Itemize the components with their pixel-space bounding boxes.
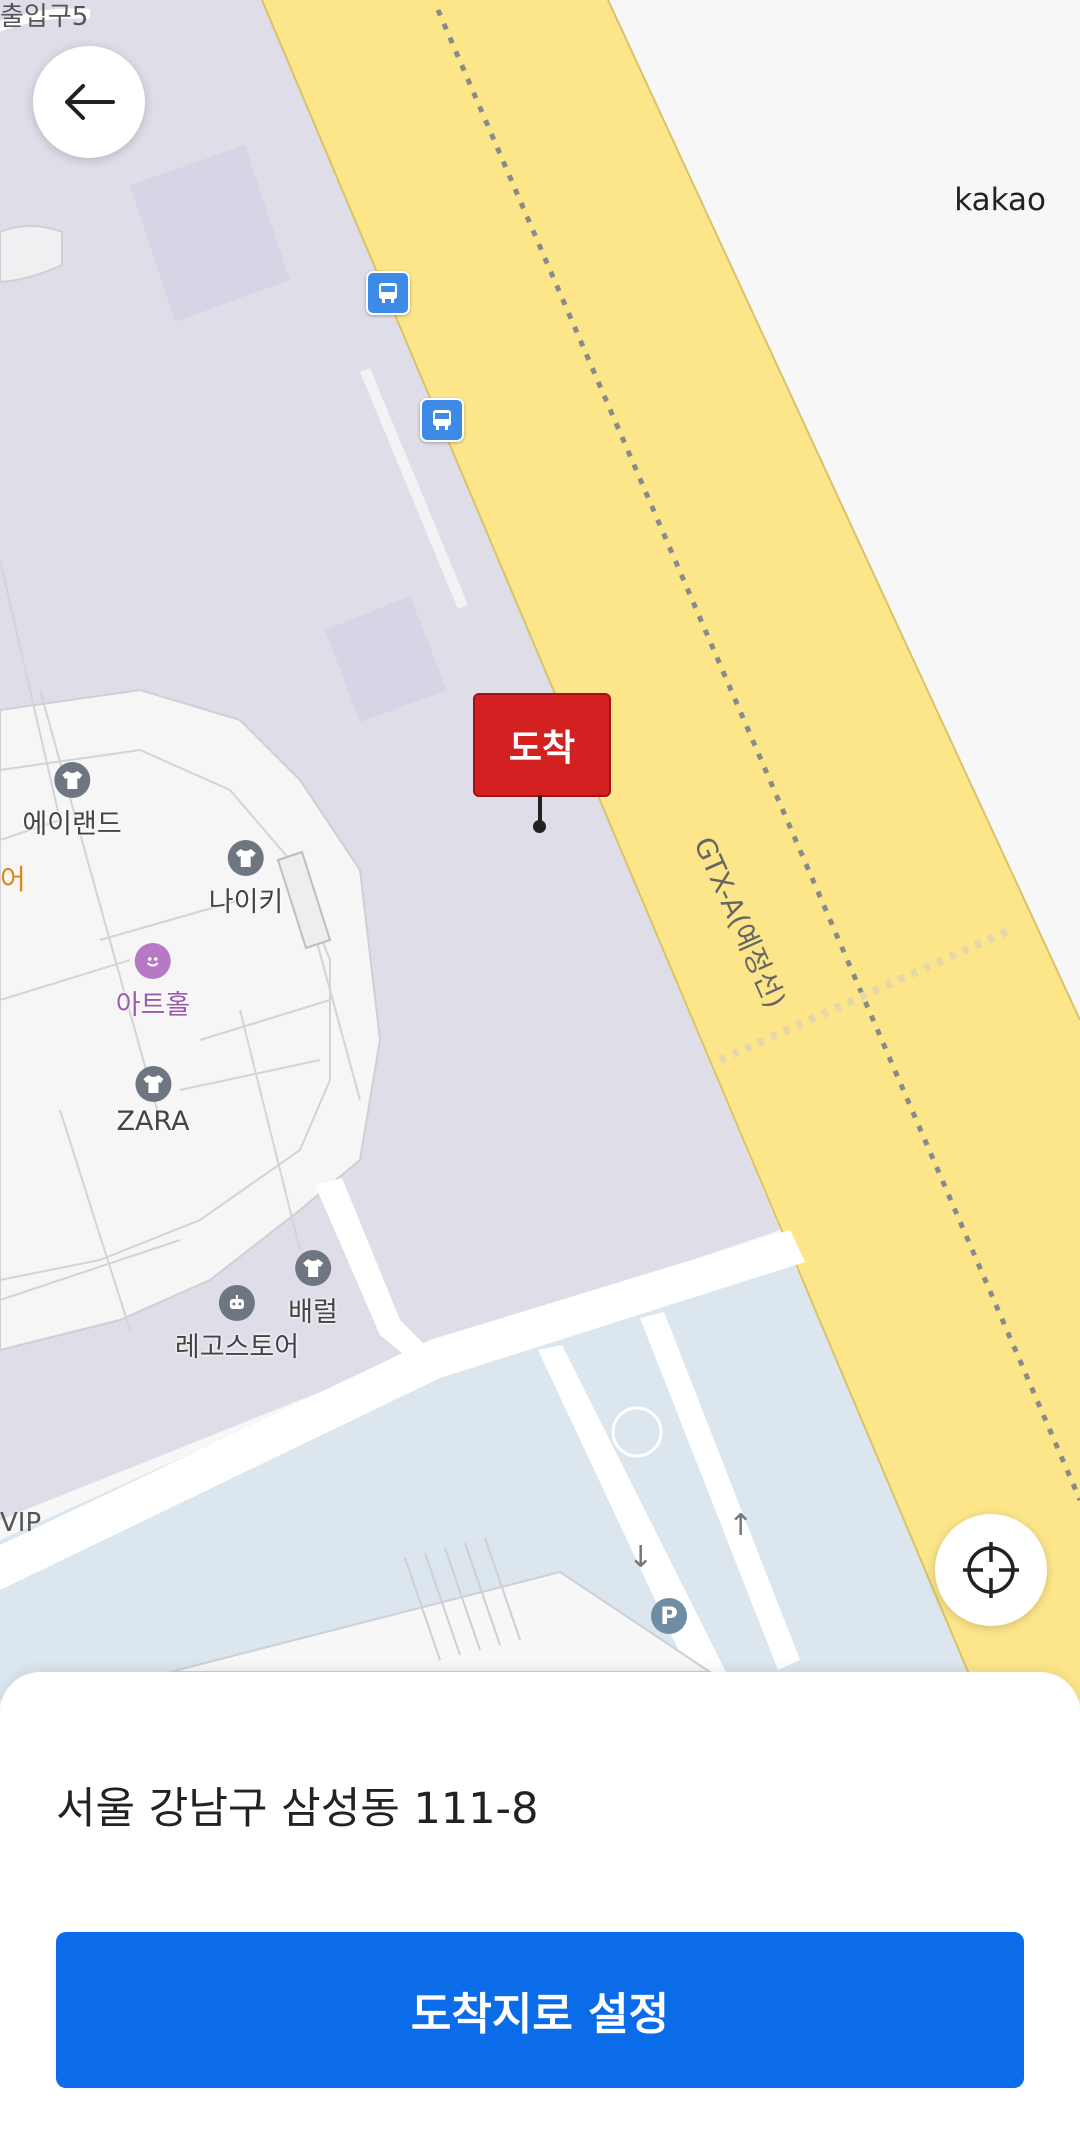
direction-arrow-down-icon: ↓ [628, 1540, 654, 1575]
edge-label-left: 어 [0, 863, 26, 896]
poi-aland[interactable]: 에이랜드 [22, 762, 122, 841]
bus-stop-icon[interactable] [366, 271, 410, 315]
bus-stop-icon[interactable] [420, 398, 464, 442]
toy-store-icon [218, 1285, 255, 1321]
clothing-icon [295, 1250, 331, 1286]
map-base [0, 0, 1080, 1700]
destination-pin-point [533, 820, 546, 833]
map-provider-logo: kakao [954, 182, 1046, 218]
poi-nike[interactable]: 나이키 [208, 840, 284, 919]
address-text: 서울 강남구 삼성동 111-8 [56, 1784, 539, 1834]
bottom-sheet: 서울 강남구 삼성동 111-8 도착지로 설정 [0, 1672, 1080, 2132]
arrow-left-icon [65, 84, 115, 120]
direction-arrow-up-icon: ↑ [728, 1508, 754, 1543]
map-view[interactable]: 출입구5 어 VIP GTX-A(예정선) 에이랜드 나이키 아트홀 ZARA … [0, 0, 1080, 1700]
edge-label-vip: VIP [0, 1508, 42, 1538]
clothing-icon [134, 1066, 171, 1102]
clothing-icon [54, 762, 90, 798]
back-button[interactable] [33, 46, 145, 158]
set-destination-button[interactable]: 도착지로 설정 [56, 1932, 1024, 2088]
poi-label: ZARA [116, 1106, 190, 1137]
poi-art-hall[interactable]: 아트홀 [115, 943, 191, 1022]
poi-zara[interactable]: ZARA [116, 1066, 190, 1137]
entrance-label: 출입구5 [0, 2, 89, 32]
destination-pin-stem [538, 795, 542, 823]
parking-icon[interactable]: P [651, 1598, 687, 1634]
current-location-button[interactable] [935, 1514, 1047, 1626]
poi-label: 에이랜드 [22, 809, 122, 840]
crosshair-icon [963, 1542, 1019, 1598]
art-hall-icon [135, 943, 171, 979]
poi-label: 레고스토어 [174, 1332, 300, 1363]
clothing-icon [228, 840, 264, 876]
destination-pin[interactable]: 도착 [473, 693, 611, 797]
poi-label: 아트홀 [115, 990, 191, 1021]
poi-label: 나이키 [208, 887, 284, 918]
poi-lego-store[interactable]: 레고스토어 [175, 1285, 299, 1364]
